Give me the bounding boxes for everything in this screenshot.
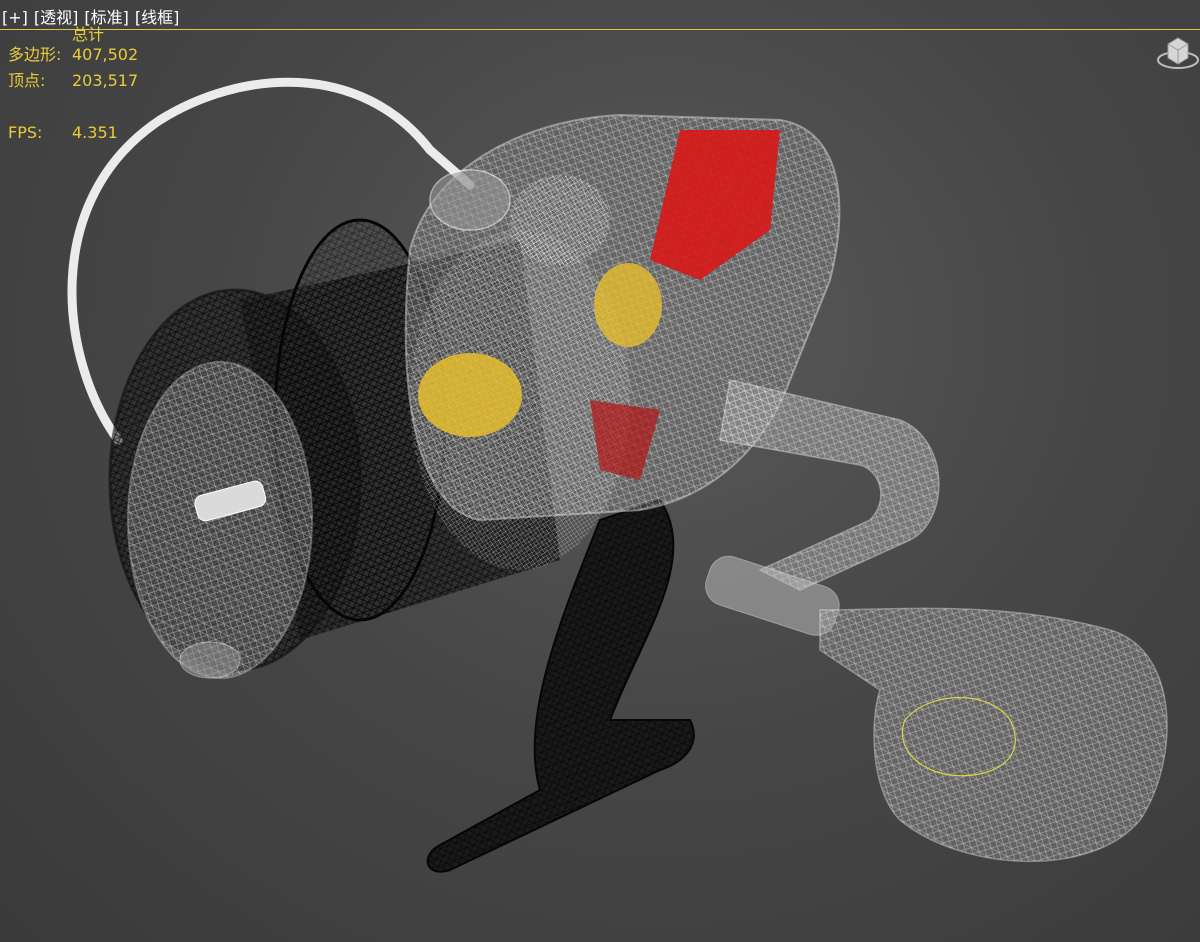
spool-face [127,361,313,679]
crank-handle [705,379,1168,863]
viewport-scene[interactable] [0,0,1200,942]
fps-label: FPS: [8,123,43,142]
stats-total-label: 总计 [72,25,105,44]
viewport-statistics: 总计 多边形: 407,502 顶点: 203,517 FPS: 4.351 [8,22,138,146]
poly-count-label: 多边形: [8,45,62,64]
yellow-gear [418,353,522,437]
fps-value: 4.351 [72,123,118,142]
vertex-count-value: 203,517 [72,71,139,90]
reel-body [404,113,841,570]
viewcube-icon[interactable] [1156,30,1200,74]
vertex-count-label: 顶点: [8,71,46,90]
